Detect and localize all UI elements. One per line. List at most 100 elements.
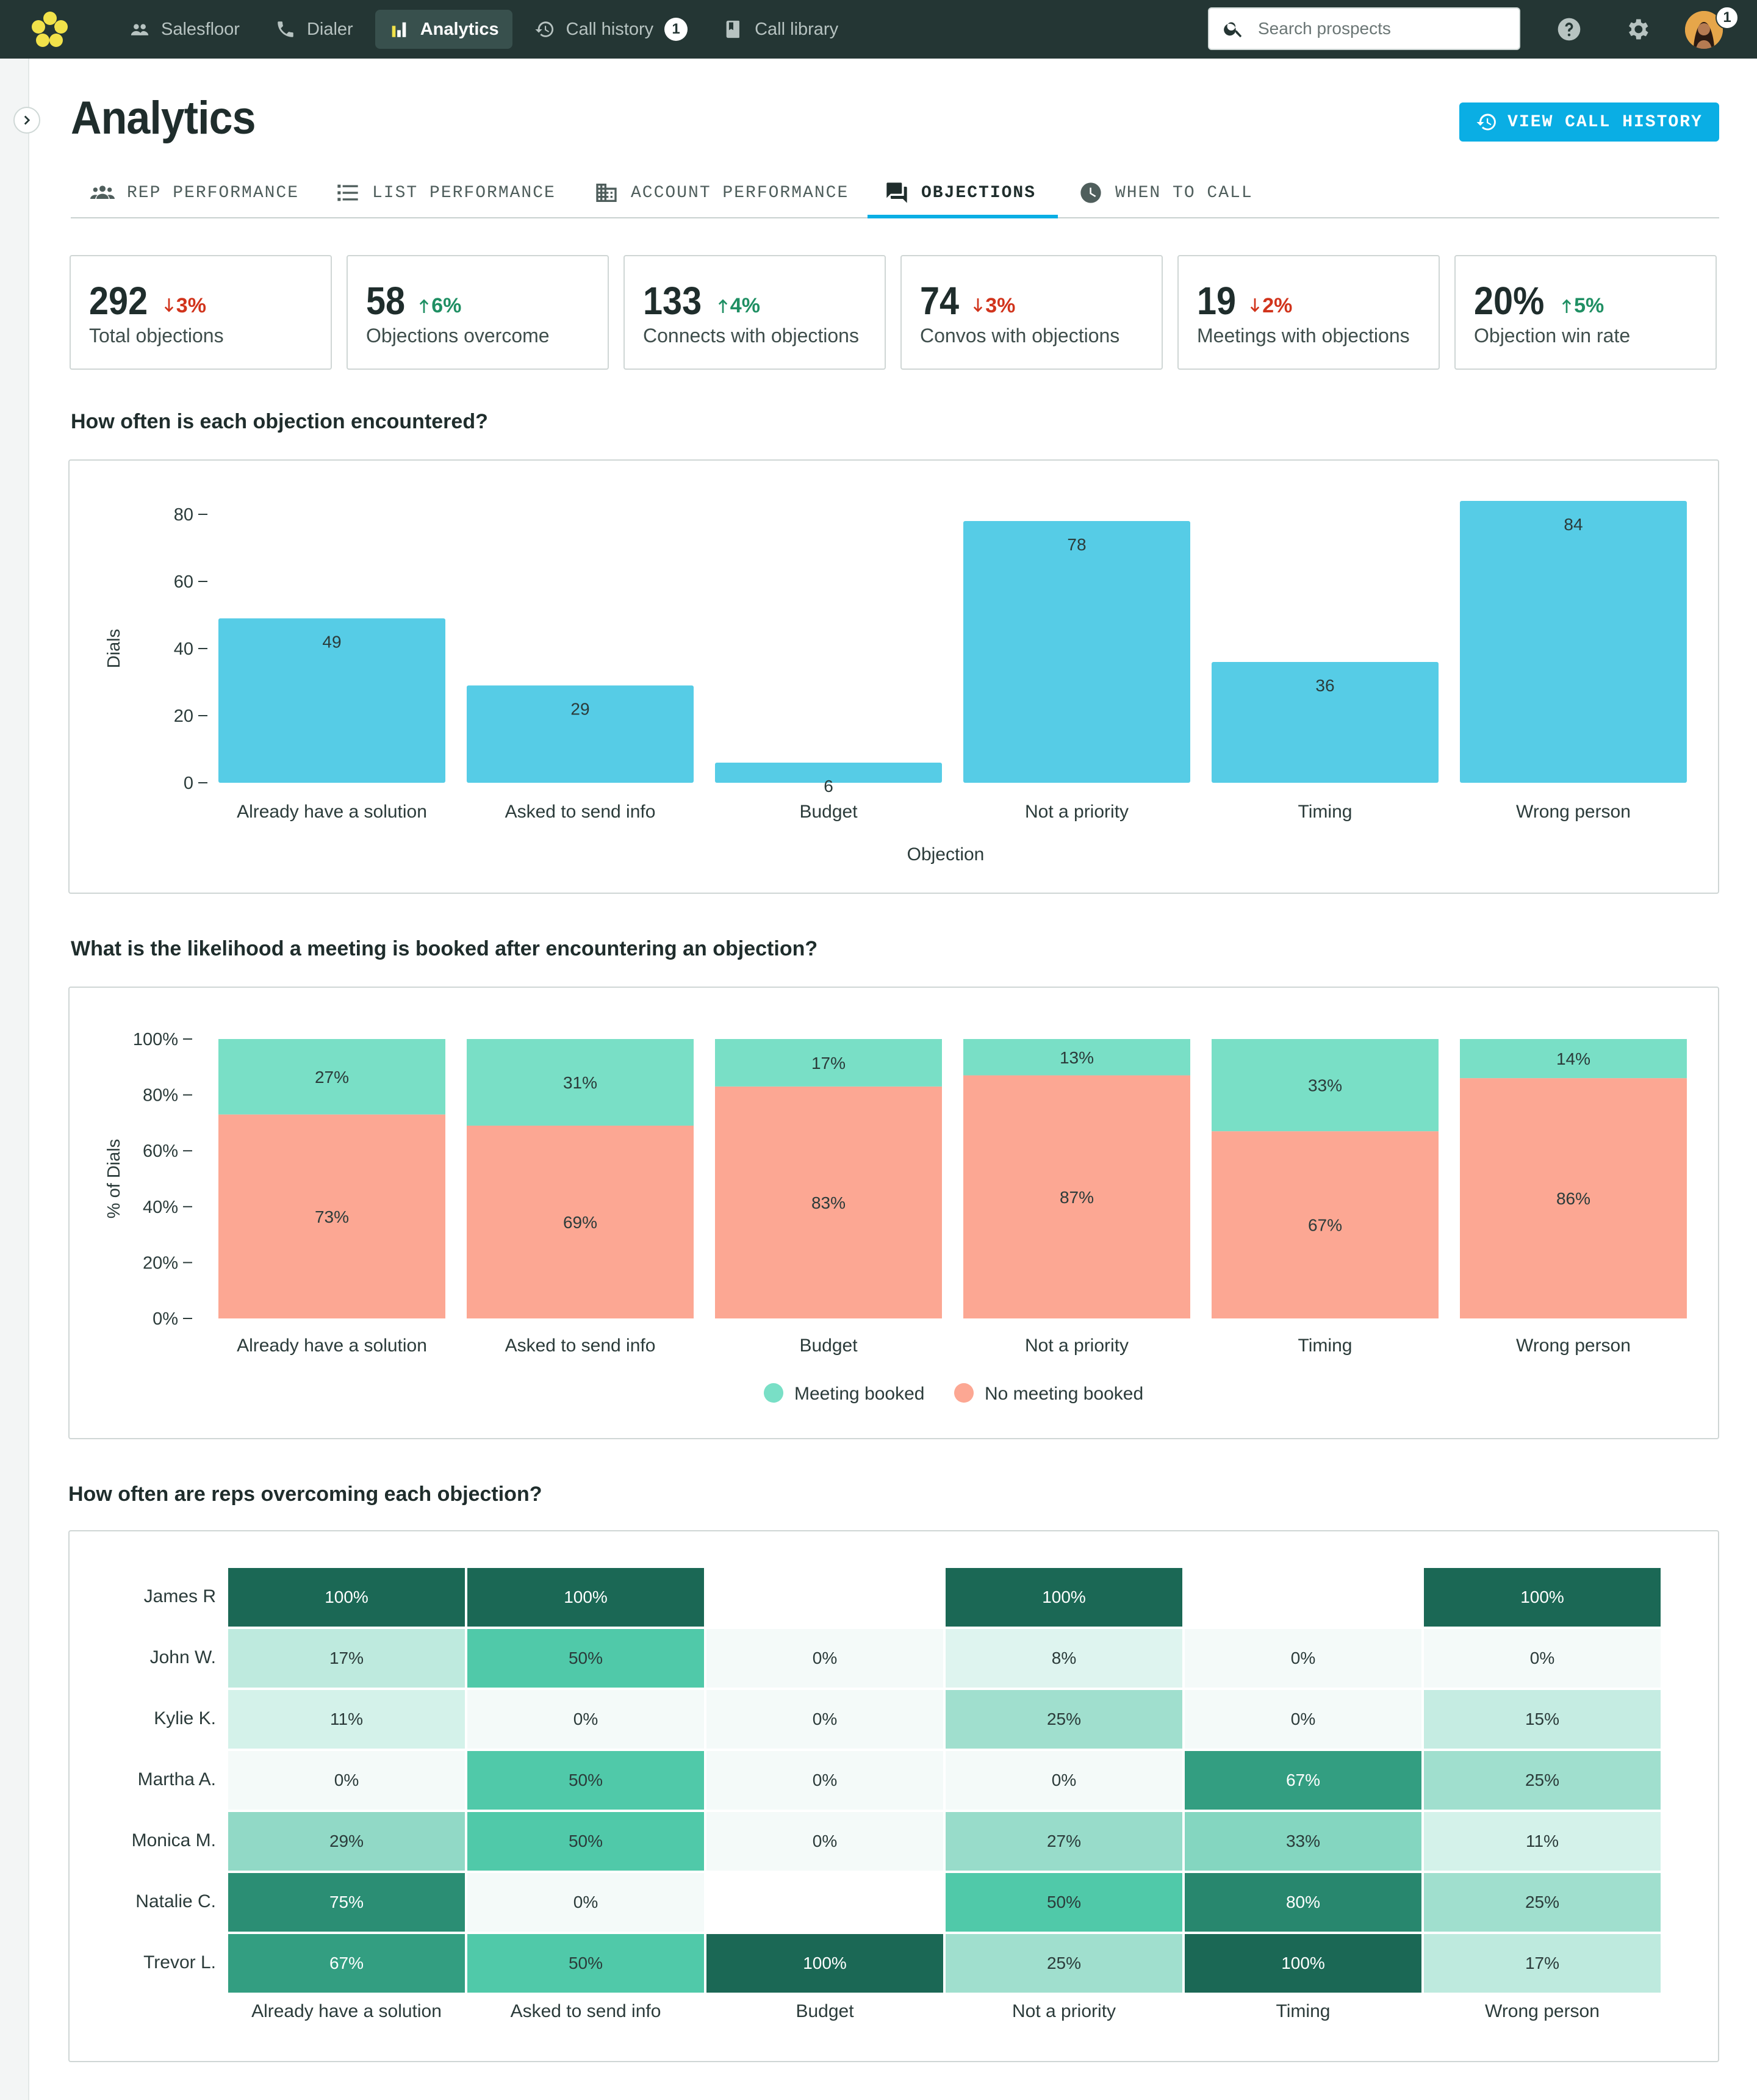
likelihood-chart-panel: 100% 80% 60% 40% 20% 0% % of Dials 27% 73% Alread… [68,987,1719,1439]
stat-headline: 133 4% [643,278,760,323]
search-input[interactable] [1257,18,1501,39]
heatmap-cell: 0% [1185,1629,1421,1688]
search-icon [1224,22,1242,38]
stat-delta: 3% [164,294,206,318]
arrow-up-icon [718,299,727,313]
x-category-label: Wrong person [1516,1336,1631,1356]
nav-label: Analytics [420,19,499,39]
top-nav-bar: Salesfloor Dialer Analytics Call history… [0,0,1757,59]
heatmap-row-label: Kylie K. [154,1708,216,1728]
heatmap-row-label: Martha A. [137,1769,216,1789]
gear-icon[interactable] [1624,16,1651,43]
heatmap-cell: 0% [467,1690,704,1749]
stat-delta-value: 3% [176,293,206,317]
stat-card: 20% 5% Objection win rate [1454,255,1717,370]
heatmap-cell: 17% [228,1629,465,1688]
bar [963,521,1190,783]
bar-value-label: 84 [1564,515,1583,534]
encounter-bar-chart: 80 60 40 20 0 Dials 49 Already have a solution 2… [104,501,1687,865]
bar-value-label: 78 [1067,535,1086,554]
stat-value: 292 [89,279,148,323]
heatmap-cell: 0% [946,1751,1182,1810]
heatmap-cell: 33% [1185,1812,1421,1871]
team-icon [90,185,115,199]
bar-meeting-label: 17% [811,1054,846,1073]
stat-headline: 20% 5% [1474,278,1604,323]
heatmap-cell: 25% [946,1690,1182,1749]
bar-value-label: 6 [824,777,833,796]
history-icon [1476,113,1497,131]
stat-value: 74 [920,279,960,323]
stat-delta-value: 3% [985,293,1016,317]
x-category-label: Not a priority [1025,802,1129,822]
tab-objections[interactable]: OBJECTIONS [885,168,1036,217]
heatmap-cell: 80% [1185,1873,1421,1932]
x-category-label: Asked to send info [505,1336,656,1356]
stat-label: Total objections [89,325,224,347]
nav-dialer[interactable]: Dialer [262,10,367,49]
nav-label: Salesfloor [161,19,240,39]
search-prospects[interactable] [1208,7,1520,50]
bar-meeting-label: 33% [1308,1076,1342,1095]
legend-no-meeting-label: No meeting booked [985,1384,1143,1404]
stat-card: 74 3% Convos with objections [900,255,1163,370]
stat-label: Connects with objections [643,325,859,347]
legend-meeting-label: Meeting booked [794,1384,925,1404]
x-category-label: Wrong person [1516,802,1631,822]
y-tick-label: 60% [143,1142,178,1161]
view-call-history-label: VIEW CALL HISTORY [1507,112,1703,132]
x-category-label: Budget [799,1336,858,1356]
heatmap-cell: 100% [467,1568,704,1627]
tab-rep-performance[interactable]: REP PERFORMANCE [90,168,299,217]
stat-headline: 74 3% [920,278,1015,323]
stat-delta-value: 4% [730,293,760,317]
heatmap-row-label: John W. [149,1647,216,1667]
bar-value-label: 29 [570,700,589,719]
encounter-chart-panel: 80 60 40 20 0 Dials 49 Already have a solution 2… [68,459,1719,894]
nav-salesfloor[interactable]: Salesfloor [116,10,253,49]
legend-meeting-swatch [764,1383,783,1403]
heatmap-cell: 100% [946,1568,1182,1627]
help-icon[interactable] [1556,16,1583,43]
heatmap-row-label: Natalie C. [135,1891,216,1911]
tab-label: ACCOUNT PERFORMANCE [631,183,849,203]
y-axis-label: Dials [104,629,124,668]
nav-call-library[interactable]: Call library [710,10,852,49]
view-call-history-button[interactable]: VIEW CALL HISTORY [1459,102,1719,142]
heatmap-cell: 15% [1424,1690,1661,1749]
stat-delta-value: 6% [431,293,462,317]
app-logo-icon[interactable] [31,10,70,49]
page-title: Analytics [71,92,256,144]
stat-delta: 3% [973,294,1015,318]
y-tick-label: 0% [153,1309,178,1329]
stat-card: 133 4% Connects with objections [623,255,886,370]
heatmap-cell: 25% [946,1934,1182,1993]
tab-list-performance[interactable]: LIST PERFORMANCE [336,168,556,217]
tab-when-to-call[interactable]: WHEN TO CALL [1079,168,1253,217]
expand-sidebar-button[interactable] [13,107,40,134]
heatmap-cell: 50% [467,1751,704,1810]
tab-account-performance[interactable]: ACCOUNT PERFORMANCE [594,168,849,217]
bar-meeting-label: 31% [563,1073,597,1092]
stat-delta: 5% [1562,294,1604,318]
nav-label: Call history [566,19,654,39]
stat-headline: 292 3% [89,278,206,323]
nav-call-history[interactable]: Call history 1 [521,10,701,49]
stat-label: Convos with objections [920,325,1120,347]
heatmap-cell [1185,1568,1421,1627]
stat-headline: 19 2% [1197,278,1292,323]
heatmap-cell [706,1873,943,1932]
heatmap-cell: 27% [946,1812,1182,1871]
heatmap-cell: 25% [1424,1873,1661,1932]
bar-chart-icon [392,22,406,37]
arrow-up-icon [419,299,429,313]
heatmap-row-label: Monica M. [131,1830,216,1850]
nav-analytics[interactable]: Analytics [375,10,512,49]
likelihood-section-title: What is the likelihood a meeting is book… [71,937,818,960]
heatmap-cell: 100% [1424,1568,1661,1627]
heatmap-column-label: Timing [1276,2001,1331,2021]
nav-label: Dialer [306,19,353,39]
stat-delta: 6% [419,294,461,318]
encounter-section-title: How often is each objection encountered? [71,410,488,433]
overcome-section-title: How often are reps overcoming each objec… [68,1483,542,1506]
